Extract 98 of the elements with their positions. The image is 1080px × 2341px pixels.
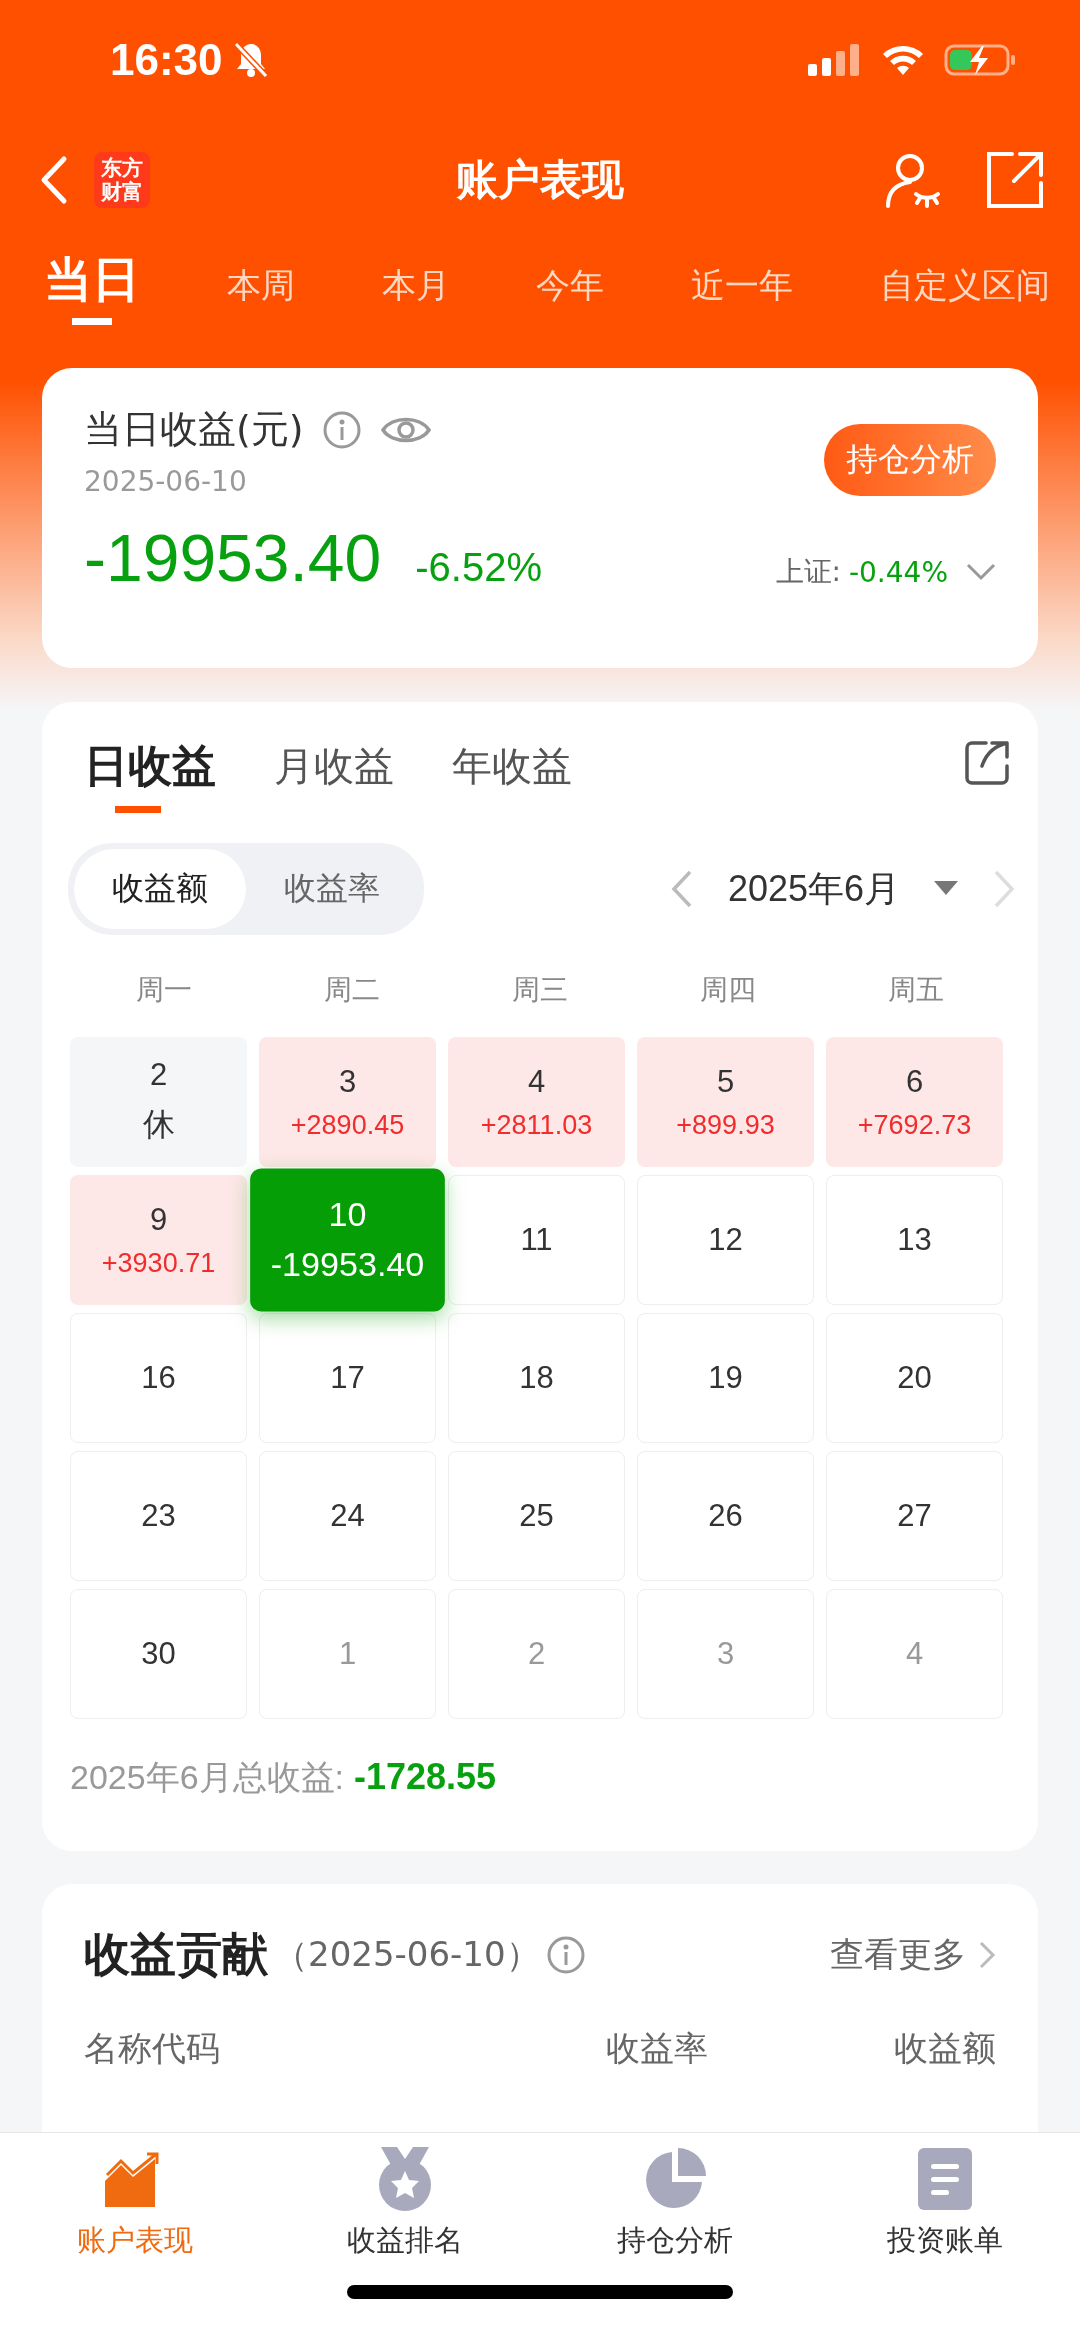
- index-label: 上证:: [775, 554, 841, 590]
- calendar-day[interactable]: 11: [448, 1175, 625, 1305]
- medal-icon: [377, 2147, 433, 2211]
- index-value: -0.44%: [848, 555, 948, 589]
- calendar-day[interactable]: 3 +2890.45: [259, 1037, 436, 1167]
- calendar-day[interactable]: 25: [448, 1451, 625, 1581]
- day-number: 2: [527, 1636, 546, 1672]
- day-number: 26: [708, 1498, 743, 1534]
- day-number: 9: [149, 1201, 168, 1238]
- toggle-option[interactable]: 收益率: [246, 849, 418, 929]
- status-time: 16:30: [110, 35, 223, 85]
- day-number: 13: [897, 1222, 932, 1258]
- day-profit: +2890.45: [290, 1109, 405, 1141]
- calendar-day[interactable]: 5 +899.93: [637, 1037, 814, 1167]
- document-icon: [918, 2148, 972, 2210]
- month-label[interactable]: 2025年6月: [727, 864, 900, 914]
- day-number: 4: [905, 1636, 924, 1672]
- column-header: 收益率: [606, 2027, 708, 2070]
- day-number: 16: [141, 1360, 176, 1396]
- day-profit: 休: [142, 1105, 175, 1144]
- month-total-label: 2025年6月总收益:: [70, 1757, 344, 1798]
- chevron-left-icon[interactable]: [669, 869, 694, 909]
- battery-charging-icon: [944, 42, 1016, 78]
- day-number: 10: [328, 1194, 367, 1235]
- calendar-day[interactable]: 18: [448, 1313, 625, 1443]
- day-number: 19: [708, 1360, 743, 1396]
- calendar-day[interactable]: 10 -19953.40: [250, 1168, 445, 1312]
- weekday-label: 周二: [323, 972, 381, 1008]
- summary-date: 2025-06-10: [84, 465, 248, 498]
- calendar-day[interactable]: 16: [70, 1313, 247, 1443]
- day-number: 4: [527, 1063, 546, 1100]
- day-number: 18: [519, 1360, 554, 1396]
- bell-muted-icon: [232, 40, 269, 80]
- calendar-day[interactable]: 9 +3930.71: [70, 1175, 247, 1305]
- column-header: 收益额: [894, 2027, 996, 2070]
- day-number: 20: [897, 1360, 932, 1396]
- month-total-value: -1728.55: [354, 1756, 497, 1798]
- calendar-day[interactable]: 26: [637, 1451, 814, 1581]
- day-number: 12: [708, 1222, 743, 1258]
- day-number: 23: [141, 1498, 176, 1534]
- calendar-day[interactable]: 20: [826, 1313, 1003, 1443]
- calendar-day[interactable]: 13: [826, 1175, 1003, 1305]
- day-number: 27: [897, 1498, 932, 1534]
- weekday-label: 周三: [511, 972, 569, 1008]
- weekday-label: 周五: [887, 972, 945, 1008]
- day-number: 2: [149, 1057, 168, 1093]
- calendar-day[interactable]: 2 休: [70, 1037, 247, 1167]
- caret-down-icon[interactable]: [934, 881, 958, 897]
- weekday-label: 周一: [135, 972, 193, 1008]
- day-profit: -19953.40: [270, 1245, 425, 1286]
- day-number: 17: [330, 1360, 365, 1396]
- bottom-tab[interactable]: 投资账单: [835, 2147, 1055, 2261]
- calendar-day[interactable]: 23: [70, 1451, 247, 1581]
- view-more-link[interactable]: 查看更多: [830, 1932, 966, 1978]
- toggle-option[interactable]: 收益额: [74, 849, 246, 929]
- bottom-tab[interactable]: 收益排名: [295, 2147, 515, 2261]
- day-profit: +899.93: [676, 1109, 775, 1141]
- section-title: 收益贡献: [84, 1926, 268, 1983]
- page-title: 账户表现: [456, 154, 624, 206]
- profit-tab[interactable]: 日收益: [84, 740, 216, 813]
- day-number: 11: [520, 1222, 553, 1258]
- share-icon[interactable]: [964, 740, 1010, 786]
- day-number: 25: [519, 1498, 554, 1534]
- pie-chart-icon: [644, 2148, 706, 2210]
- section-date: （2025-06-10）: [274, 1933, 540, 1976]
- calendar-day[interactable]: 12: [637, 1175, 814, 1305]
- profit-tab[interactable]: 月收益: [274, 740, 394, 813]
- day-number: 3: [338, 1063, 357, 1100]
- calendar-day[interactable]: 6 +7692.73: [826, 1037, 1003, 1167]
- profit-amount: -19953.40: [84, 520, 382, 596]
- day-profit: +2811.03: [480, 1109, 593, 1141]
- day-number: 6: [905, 1063, 924, 1100]
- calendar-day[interactable]: 27: [826, 1451, 1003, 1581]
- profit-tab[interactable]: 年收益: [452, 740, 572, 813]
- chevron-right-icon[interactable]: [978, 1940, 996, 1970]
- day-number: 24: [330, 1498, 365, 1534]
- calendar-day[interactable]: 24: [259, 1451, 436, 1581]
- info-icon[interactable]: [321, 409, 362, 450]
- calendar-day[interactable]: 17: [259, 1313, 436, 1443]
- day-profit: +7692.73: [857, 1109, 972, 1141]
- info-icon[interactable]: [545, 1935, 586, 1975]
- chevron-down-icon[interactable]: [966, 563, 996, 581]
- calendar-day[interactable]: 19: [637, 1313, 814, 1443]
- signal-icon: [808, 42, 862, 78]
- day-number: 30: [141, 1636, 176, 1672]
- weekday-label: 周四: [699, 972, 757, 1008]
- calendar-day[interactable]: 4 +2811.03: [448, 1037, 625, 1167]
- calendar-day[interactable]: 30: [70, 1589, 247, 1719]
- summary-title: 当日收益(元): [84, 406, 304, 453]
- bottom-tab[interactable]: 持仓分析: [565, 2147, 785, 2261]
- day-number: 5: [716, 1063, 735, 1100]
- app-logo: 东方财富: [94, 151, 150, 209]
- day-profit: +3930.71: [101, 1247, 216, 1279]
- day-number: 1: [338, 1636, 357, 1672]
- day-number: 3: [716, 1636, 735, 1672]
- column-header: 名称代码: [84, 2027, 220, 2070]
- mode-toggle[interactable]: 收益额 收益率: [68, 843, 424, 935]
- profit-rate: -6.52%: [415, 545, 542, 590]
